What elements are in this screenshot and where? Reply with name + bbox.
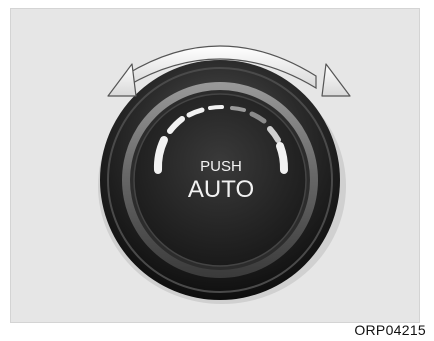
figure-code: ORP04215 <box>354 322 426 338</box>
push-label: PUSH <box>200 158 242 175</box>
auto-label: AUTO <box>188 176 254 203</box>
figure-page: PUSH AUTO ORP04215 <box>0 0 434 341</box>
auto-knob-illustration: PUSH AUTO <box>98 45 351 304</box>
